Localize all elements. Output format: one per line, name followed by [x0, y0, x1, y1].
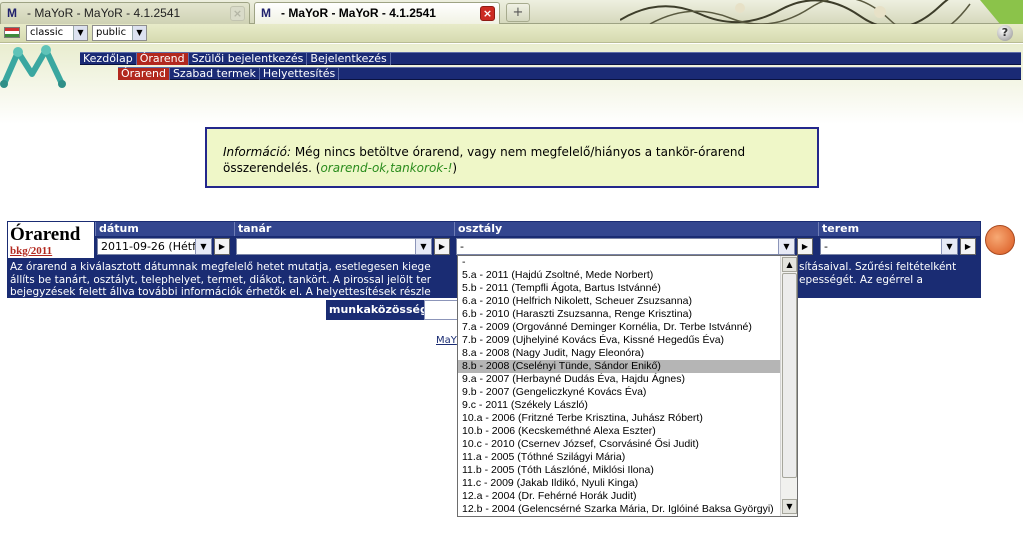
timetable-title-box: Órarend bkg/2011: [7, 221, 95, 259]
browser-tab-strip: M - MaYoR - MaYoR - 4.1.2541 × M - MaYoR -…: [0, 0, 1023, 24]
tab-title: - MaYoR - MaYoR - 4.1.2541: [281, 6, 436, 20]
scroll-up-icon[interactable]: ▲: [782, 257, 797, 272]
munkakozosseg-select[interactable]: [424, 300, 458, 320]
chevron-down-icon: ▼: [941, 239, 957, 254]
close-tab-icon[interactable]: ×: [230, 6, 245, 21]
page-title: Órarend: [10, 224, 81, 245]
dropdown-option[interactable]: 10.a - 2006 (Fritzné Terbe Krisztina, Ju…: [458, 412, 780, 425]
terem-select[interactable]: - ▼: [820, 238, 958, 255]
browser-toolbar: classic ▼ public ▼ ?: [0, 24, 1023, 43]
dropdown-option[interactable]: -: [458, 256, 780, 269]
scroll-down-icon[interactable]: ▼: [782, 499, 797, 514]
nav-item-szuloi-bejelentkezes[interactable]: Szülői bejelentkezés: [189, 53, 308, 65]
skin-select[interactable]: classic ▼: [26, 25, 88, 41]
tanar-go-button[interactable]: ▶: [434, 238, 450, 255]
dropdown-option[interactable]: 7.b - 2009 (Ujhelyiné Kovács Éva, Kissné…: [458, 334, 780, 347]
datum-label: dátum: [95, 222, 234, 236]
subnav-item-helyettesites[interactable]: Helyettesítés: [260, 68, 340, 80]
dropdown-option[interactable]: 9.b - 2007 (Gengeliczkyné Kovács Éva): [458, 386, 780, 399]
info-lead: Információ:: [223, 145, 292, 159]
subnav-item-szabad-termek[interactable]: Szabad termek: [170, 68, 260, 80]
dropdown-option[interactable]: 12.a - 2004 (Dr. Fehérné Horák Judit): [458, 490, 780, 503]
sub-navigation: Órarend Szabad termek Helyettesítés: [118, 67, 1021, 80]
dropdown-option[interactable]: 10.b - 2006 (Kecskeméthné Alexa Eszter): [458, 425, 780, 438]
dropdown-option[interactable]: 9.c - 2011 (Székely László): [458, 399, 780, 412]
chevron-down-icon: ▼: [73, 26, 87, 40]
dropdown-option[interactable]: 11.c - 2009 (Jakab Ildikó, Nyuli Kinga): [458, 477, 780, 490]
munkakozosseg-label: munkaközösség: [326, 300, 428, 320]
close-tab-icon[interactable]: ×: [480, 6, 495, 21]
policy-select[interactable]: public ▼: [92, 25, 147, 41]
hungarian-flag-icon[interactable]: [4, 27, 20, 38]
main-navigation: Kezdőlap Órarend Szülői bejelentkezés Bejel…: [80, 52, 1021, 65]
dropdown-option[interactable]: 11.b - 2005 (Tóth Lászlóné, Miklósi Ilon…: [458, 464, 780, 477]
tanar-select[interactable]: ▼: [236, 238, 432, 255]
info-link[interactable]: orarend-ok,tankorok-!: [320, 161, 452, 175]
new-tab-button[interactable]: +: [506, 3, 530, 22]
dropdown-option[interactable]: 12.b - 2004 (Gelencsérné Szarka Mária, D…: [458, 503, 780, 516]
mayor-logo-icon[interactable]: [0, 44, 80, 90]
dropdown-option[interactable]: 8.a - 2008 (Nagy Judit, Nagy Eleonóra): [458, 347, 780, 360]
dropdown-option[interactable]: 6.a - 2010 (Helfrich Nikolett, Scheuer Z…: [458, 295, 780, 308]
chick-mascot-icon[interactable]: [985, 225, 1015, 255]
dropdown-option[interactable]: 11.a - 2005 (Tóthné Szilágyi Mária): [458, 451, 780, 464]
terem-go-button[interactable]: ▶: [960, 238, 976, 255]
tab-title: - MaYoR - MaYoR - 4.1.2541: [27, 6, 181, 20]
terem-label: terem: [818, 222, 980, 236]
chevron-down-icon: ▼: [778, 239, 794, 254]
mayor-favicon-icon: M: [7, 6, 17, 20]
dropdown-option[interactable]: 10.c - 2010 (Csernev József, Csorvásiné …: [458, 438, 780, 451]
dropdown-option[interactable]: 5.b - 2011 (Tempfli Ágota, Bartus István…: [458, 282, 780, 295]
dropdown-options: -5.a - 2011 (Hajdú Zsoltné, Mede Norbert…: [458, 256, 780, 516]
tanar-label: tanár: [234, 222, 454, 236]
osztaly-go-button[interactable]: ▶: [797, 238, 813, 255]
browser-tab-active[interactable]: M - MaYoR - MaYoR - 4.1.2541 ×: [254, 2, 500, 24]
datum-go-button[interactable]: ▶: [214, 238, 230, 255]
chevron-down-icon: ▼: [195, 239, 211, 254]
info-text: ): [452, 161, 458, 175]
chevron-down-icon: ▼: [132, 26, 146, 40]
dropdown-option[interactable]: 7.a - 2009 (Orgovánné Deminger Kornélia,…: [458, 321, 780, 334]
osztaly-label: osztály: [454, 222, 818, 236]
scrollbar-thumb[interactable]: [782, 273, 797, 478]
dropdown-option[interactable]: 6.b - 2010 (Haraszti Zsuzsanna, Renge Kr…: [458, 308, 780, 321]
dropdown-scrollbar[interactable]: ▲ ▼: [780, 256, 797, 516]
dropdown-option[interactable]: 8.b - 2008 (Cselényi Tünde, Sándor Enikő…: [458, 360, 780, 373]
info-message-box: Információ: Még nincs betöltve órarend, …: [205, 127, 819, 188]
dropdown-option[interactable]: 5.a - 2011 (Hajdú Zsoltné, Mede Norbert): [458, 269, 780, 282]
page-subtitle[interactable]: bkg/2011: [10, 245, 52, 257]
dropdown-option[interactable]: 9.a - 2007 (Herbayné Dudás Éva, Hajdu Ág…: [458, 373, 780, 386]
info-text: Még nincs betöltve órarend, vagy nem meg…: [291, 145, 746, 159]
chevron-down-icon: ▼: [415, 239, 431, 254]
osztaly-select[interactable]: - ▼: [456, 238, 795, 255]
theme-swirl-decoration: [620, 0, 1023, 24]
mayor-favicon-icon: M: [261, 6, 271, 20]
nav-item-orarend[interactable]: Órarend: [136, 53, 189, 65]
nav-item-bejelentkezes[interactable]: Bejelentkezés: [307, 53, 391, 65]
subnav-item-orarend[interactable]: Órarend: [118, 68, 170, 80]
datum-select[interactable]: 2011-09-26 (Hétfő) ▼: [97, 238, 212, 255]
footer-link[interactable]: MaY: [436, 335, 457, 346]
info-text: összerendelés. (: [223, 161, 321, 175]
browser-tab-inactive[interactable]: M - MaYoR - MaYoR - 4.1.2541 ×: [0, 2, 250, 24]
osztaly-dropdown-list[interactable]: -5.a - 2011 (Hajdú Zsoltné, Mede Norbert…: [457, 255, 798, 517]
help-icon[interactable]: ?: [997, 25, 1013, 41]
nav-item-kezdolap[interactable]: Kezdőlap: [80, 53, 137, 65]
